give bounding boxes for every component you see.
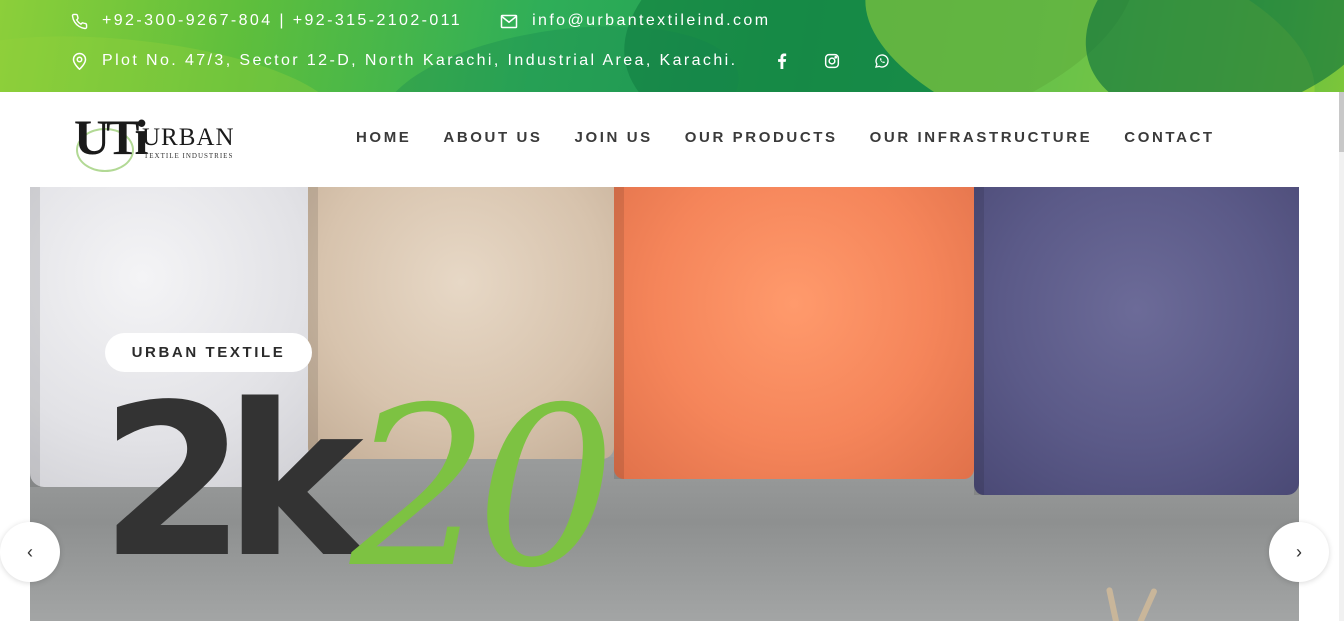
nav-our-products[interactable]: OUR PRODUCTS <box>669 128 854 148</box>
wooden-sticks-image <box>1092 586 1172 621</box>
orange-towel-image <box>614 187 974 479</box>
slider-prev-button[interactable]: ‹ <box>0 522 60 582</box>
chevron-left-icon: ‹ <box>27 541 33 562</box>
site-header: UTi URBAN TEXTILE INDUSTRIES HOME ABOUT … <box>0 92 1344 187</box>
main-nav: HOME ABOUT US JOIN US OUR PRODUCTS OUR I… <box>340 128 1231 148</box>
contact-row: +92-300-9267-804 | +92-315-2102-011 info… <box>70 10 770 32</box>
logo-wordmark: URBAN <box>142 124 235 151</box>
whatsapp-icon[interactable] <box>873 52 891 70</box>
email-link[interactable]: info@urbantextileind.com <box>532 12 770 30</box>
hero-slider: URBAN TEXTILE 2k 20 <box>30 187 1299 621</box>
page-scrollbar[interactable] <box>1339 92 1344 621</box>
background-wave <box>1055 0 1344 92</box>
chevron-right-icon: › <box>1296 541 1302 562</box>
logo-subtitle: TEXTILE INDUSTRIES <box>144 152 234 160</box>
top-info-bar: +92-300-9267-804 | +92-315-2102-011 info… <box>0 0 1344 92</box>
instagram-icon[interactable] <box>823 52 841 70</box>
social-links <box>773 52 891 70</box>
address-row: Plot No. 47/3, Sector 12-D, North Karach… <box>70 50 891 72</box>
hero-headline-green: 20 <box>350 360 616 616</box>
phone-icon <box>70 12 88 30</box>
phone-numbers-link[interactable]: +92-300-9267-804 | +92-315-2102-011 <box>102 12 462 30</box>
nav-join-us[interactable]: JOIN US <box>559 128 669 148</box>
mail-icon <box>500 12 518 30</box>
nav-home[interactable]: HOME <box>340 128 427 148</box>
nav-our-infrastructure[interactable]: OUR INFRASTRUCTURE <box>854 128 1109 148</box>
location-icon <box>70 52 88 70</box>
facebook-icon[interactable] <box>773 52 791 70</box>
logo-mark: UTi <box>74 109 148 165</box>
nav-contact[interactable]: CONTACT <box>1108 128 1230 148</box>
email-group: info@urbantextileind.com <box>500 12 770 30</box>
nav-about-us[interactable]: ABOUT US <box>427 128 558 148</box>
hero-headline-dark: 2k <box>100 359 364 604</box>
scrollbar-thumb[interactable] <box>1339 92 1344 152</box>
purple-towel-image <box>974 187 1299 495</box>
slider-next-button[interactable]: › <box>1269 522 1329 582</box>
address-text: Plot No. 47/3, Sector 12-D, North Karach… <box>102 52 738 69</box>
site-logo[interactable]: UTi URBAN TEXTILE INDUSTRIES <box>74 106 264 174</box>
